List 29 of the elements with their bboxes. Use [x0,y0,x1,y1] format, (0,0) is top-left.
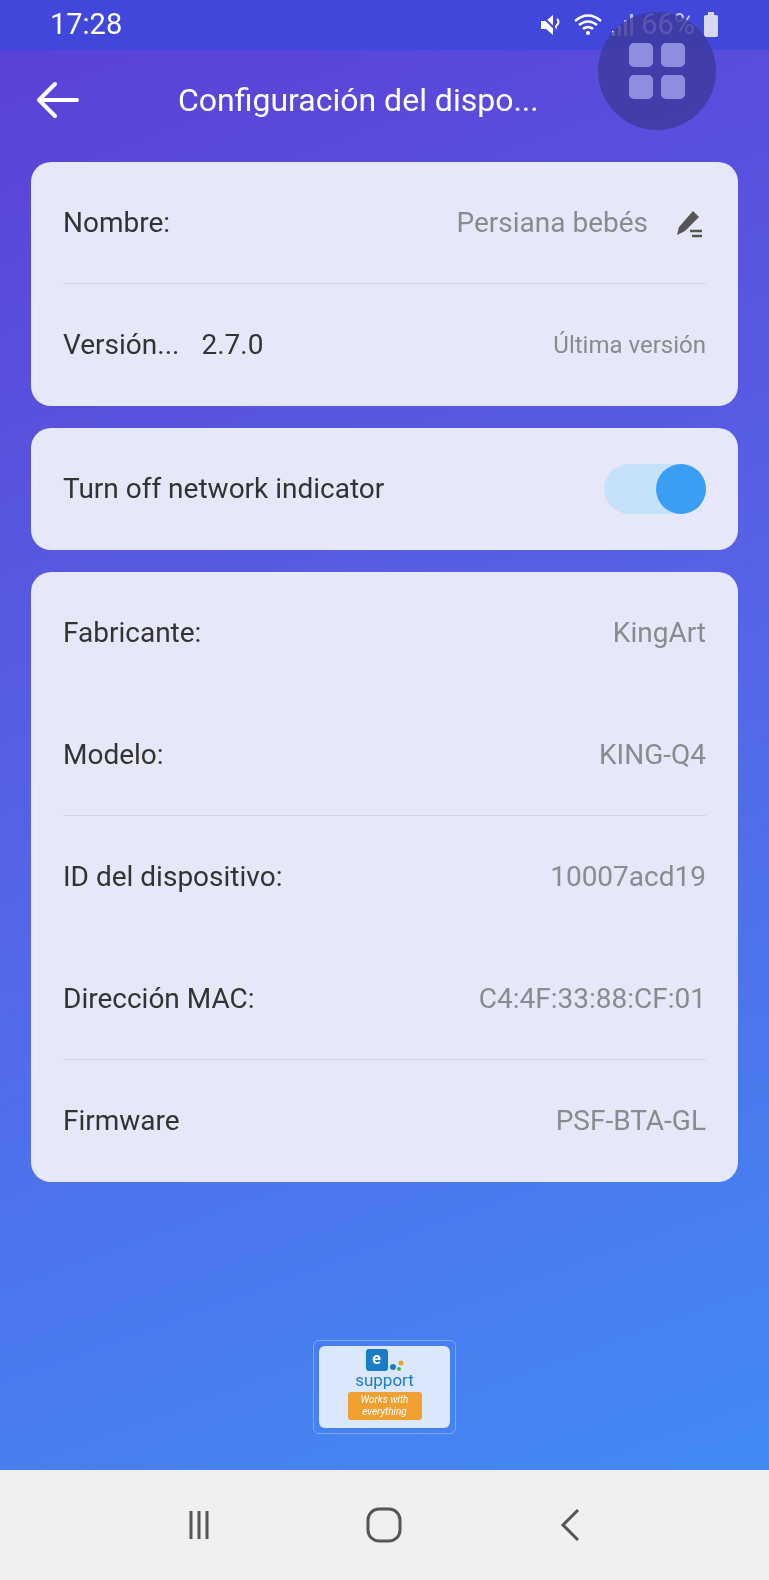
toggle-switch[interactable] [604,464,706,514]
page-title: Configuración del dispo... [178,80,539,121]
row-label: Dirección MAC: [63,980,255,1017]
wifi-icon [573,13,604,37]
row-value: Última versión [553,330,706,361]
row-label: Fabricante: [63,615,202,651]
version-number: 2.7.0 [201,327,264,363]
row-label: Firmware [63,1103,180,1139]
toggle-label: Turn off network indicator [63,471,385,507]
chevron-left-icon [558,1508,581,1542]
home-icon [365,1507,402,1543]
row-value: Persiana bebés [456,204,648,241]
status-time: 17:28 [50,6,123,44]
row-label: Versión... [63,327,180,363]
grid-icon [629,43,685,99]
row-value: KING-Q4 [599,736,706,773]
dots-icon [389,1359,404,1371]
tagline-tag: Works with everything [347,1392,422,1420]
recent-apps-icon [188,1509,209,1541]
row-value: KingArt [612,615,706,651]
battery-icon [703,12,719,38]
row-value: PSF-BTA-GL [555,1103,706,1139]
row-value: 10007acd19 [550,859,706,895]
brand-name: support [355,1371,414,1389]
row-label: Nombre: [63,204,171,241]
brand-logo-tile: e [365,1349,388,1371]
row-label: ID del dispositivo: [63,859,283,895]
row-label: Modelo: [63,736,164,773]
row-value: C4:4F:33:88:CF:01 [478,980,706,1017]
